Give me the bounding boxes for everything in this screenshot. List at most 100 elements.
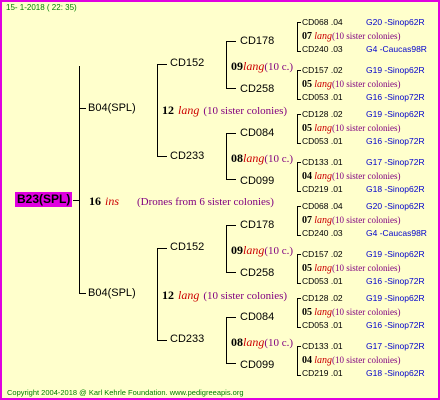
leaf-bottom-id[interactable]: CD053 (302, 136, 328, 146)
q-1-1-2-mating-info: 05 lang(10 sister colonies) (302, 79, 401, 90)
gm-1-2-label[interactable]: CD233 (170, 150, 204, 162)
root-connector-line (73, 200, 79, 201)
mother-1-bracket-line (157, 64, 158, 156)
leaf-top-code: G20 -Sinop62R (366, 201, 425, 211)
q-1-1-1-label[interactable]: CD178 (240, 35, 274, 47)
gm-2-2-mating-info: 08lang(10 c.) (231, 333, 293, 351)
gm-2-1-note: (10 c.) (264, 245, 294, 257)
gm-2-1-bracket-line (226, 225, 227, 272)
q-1-2-1-bracket-line (297, 114, 298, 143)
gm-1-2-lower-line (226, 179, 236, 180)
q-2-2-1-note: (10 sister colonies) (332, 307, 401, 317)
leaf-bottom-row: CD240 .03 G4 -Caucas98R (302, 228, 427, 238)
leaf-top-num: .02 (330, 293, 343, 303)
gm-1-2-note: (10 c.) (264, 153, 294, 165)
mother-1-race: lang (178, 103, 200, 117)
q-2-2-2-bracket-line (297, 346, 298, 375)
leaf-top-code: G19 -Sinop62R (366, 249, 425, 259)
date-stamp: 15- 1-2018 ( 22: 35) (6, 3, 77, 12)
gm-2-2-note: (10 c.) (264, 337, 294, 349)
leaf-top-num: .02 (330, 65, 343, 75)
leaf-bottom-id[interactable]: CD219 (302, 368, 328, 378)
root-number: 16 (89, 194, 101, 208)
mother-1-number: 12 (162, 103, 174, 117)
q-2-1-2-lower-line (297, 283, 301, 284)
leaf-bottom-id[interactable]: CD053 (302, 276, 328, 286)
gm-1-1-lower-line (226, 88, 236, 89)
gm-1-1-bracket-line (226, 41, 227, 88)
leaf-bottom-row: CD219 .01 G18 -Sinop62R (302, 368, 425, 378)
leaf-top-code: G19 -Sinop62R (366, 65, 425, 75)
leaf-top-id[interactable]: CD157 (302, 65, 328, 75)
q-2-2-1-label[interactable]: CD084 (240, 311, 274, 323)
leaf-top-id[interactable]: CD068 (302, 201, 328, 211)
leaf-bottom-code: G16 -Sinop72R (366, 320, 425, 330)
leaf-top-code: G17 -Sinop72R (366, 341, 425, 351)
q-1-2-1-upper-line (297, 114, 301, 115)
q-1-1-1-mating-info: 07 lang(10 sister colonies) (302, 31, 401, 42)
leaf-top-code: G17 -Sinop72R (366, 157, 425, 167)
gm-1-2-bracket-line (226, 133, 227, 179)
leaf-bottom-id[interactable]: CD240 (302, 228, 328, 238)
root-bracket-line (79, 66, 80, 294)
mother-1-upper-line (157, 64, 167, 65)
gm-2-1-race: lang (243, 243, 265, 257)
q-2-1-1-bracket-line (297, 206, 298, 235)
q-1-1-1-bracket-line (297, 22, 298, 51)
gm-1-1-race: lang (243, 59, 265, 73)
leaf-bottom-id[interactable]: CD240 (302, 44, 328, 54)
q-2-2-2-number: 04 (302, 355, 312, 366)
root-note: (Drones from 6 sister colonies) (137, 196, 274, 208)
q-1-2-1-number: 05 (302, 123, 312, 134)
gm-2-1-label[interactable]: CD152 (170, 241, 204, 253)
root-queen-label[interactable]: B23(SPL) (15, 192, 73, 207)
leaf-top-id[interactable]: CD128 (302, 293, 328, 303)
mother-2-label[interactable]: B04(SPL) (88, 287, 136, 299)
leaf-top-id[interactable]: CD157 (302, 249, 328, 259)
gm-2-2-label[interactable]: CD233 (170, 333, 204, 345)
q-1-2-1-label[interactable]: CD084 (240, 127, 274, 139)
q-1-1-2-label[interactable]: CD258 (240, 83, 274, 95)
q-2-1-2-race: lang (314, 263, 333, 274)
gm-1-2-race: lang (243, 151, 265, 165)
mother-1-label[interactable]: B04(SPL) (88, 102, 136, 114)
leaf-top-id[interactable]: CD133 (302, 341, 328, 351)
q-1-2-2-label[interactable]: CD099 (240, 175, 274, 187)
mother-2-number: 12 (162, 288, 174, 302)
leaf-bottom-id[interactable]: CD053 (302, 92, 328, 102)
gm-1-2-number: 08 (231, 151, 243, 165)
leaf-bottom-code: G4 -Caucas98R (366, 228, 427, 238)
gm-2-1-upper-line (226, 225, 236, 226)
leaf-top-row: CD133 .01 G17 -Sinop72R (302, 341, 425, 351)
pedigree-frame: { "date": "15- 1-2018 ( 22: 35)", "root"… (0, 0, 440, 400)
q-1-1-1-note: (10 sister colonies) (332, 31, 401, 41)
gm-2-2-upper-line (226, 317, 236, 318)
q-2-1-2-mating-info: 05 lang(10 sister colonies) (302, 263, 401, 274)
q-2-1-1-label[interactable]: CD178 (240, 219, 274, 231)
q-2-2-2-race: lang (314, 355, 333, 366)
leaf-bottom-code: G18 -Sinop62R (366, 368, 425, 378)
leaf-bottom-id[interactable]: CD219 (302, 184, 328, 194)
q-2-1-2-upper-line (297, 254, 301, 255)
leaf-top-id[interactable]: CD133 (302, 157, 328, 167)
q-2-1-2-number: 05 (302, 263, 312, 274)
q-2-1-2-label[interactable]: CD258 (240, 267, 274, 279)
mother-1-note: (10 sister colonies) (203, 105, 288, 117)
leaf-bottom-row: CD240 .03 G4 -Caucas98R (302, 44, 427, 54)
q-2-2-2-note: (10 sister colonies) (332, 355, 401, 365)
mother-1-lower-line (157, 156, 167, 157)
gm-1-1-mating-info: 09lang(10 c.) (231, 57, 293, 75)
gm-2-2-lower-line (226, 363, 236, 364)
gm-1-1-label[interactable]: CD152 (170, 57, 204, 69)
leaf-top-num: .01 (330, 157, 343, 167)
leaf-bottom-row: CD053 .01 G16 -Sinop72R (302, 136, 425, 146)
leaf-top-id[interactable]: CD068 (302, 17, 328, 27)
q-2-2-2-label[interactable]: CD099 (240, 359, 274, 371)
q-2-1-2-bracket-line (297, 254, 298, 283)
gm-1-1-note: (10 c.) (264, 61, 294, 73)
q-1-2-1-race: lang (314, 123, 333, 134)
leaf-top-id[interactable]: CD128 (302, 109, 328, 119)
q-1-2-1-mating-info: 05 lang(10 sister colonies) (302, 123, 401, 134)
leaf-top-num: .02 (330, 249, 343, 259)
leaf-bottom-id[interactable]: CD053 (302, 320, 328, 330)
